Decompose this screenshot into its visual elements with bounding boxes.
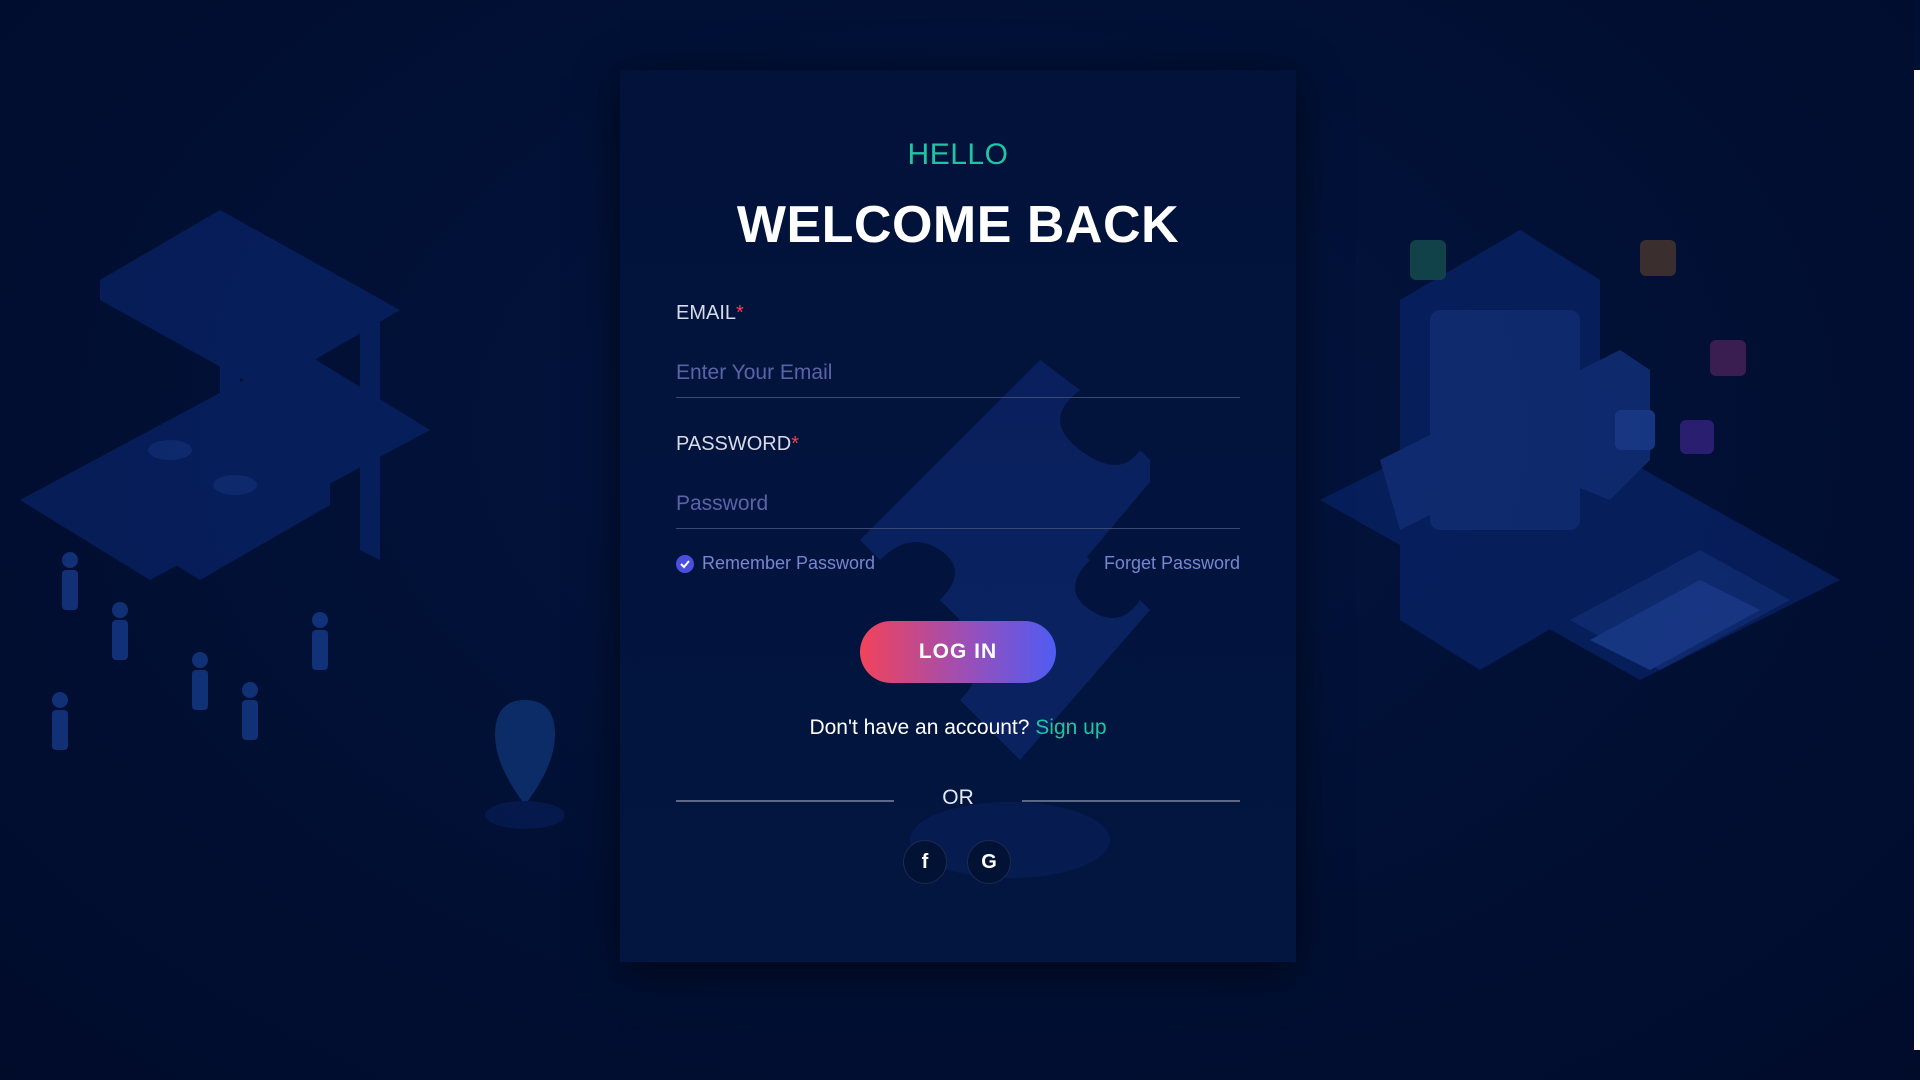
checkmark-icon[interactable] bbox=[676, 554, 694, 573]
email-field[interactable] bbox=[676, 348, 1240, 398]
signup-link[interactable]: Sign up bbox=[1035, 716, 1106, 739]
security-illustration bbox=[1320, 230, 1840, 680]
required-marker: * bbox=[791, 433, 799, 455]
or-text: OR bbox=[942, 786, 974, 809]
required-marker: * bbox=[736, 302, 744, 324]
facebook-icon: f bbox=[921, 850, 929, 873]
google-login-button[interactable]: G bbox=[967, 840, 1011, 884]
password-label-text: PASSWORD bbox=[676, 433, 792, 455]
party-illustration bbox=[20, 210, 565, 829]
login-card: HELLO WELCOME BACK EMAIL* PASSWORD* Reme… bbox=[620, 70, 1296, 962]
greeting-text: HELLO bbox=[907, 138, 1009, 171]
remember-password-label: Remember Password bbox=[702, 553, 876, 573]
google-icon: G bbox=[981, 850, 997, 873]
remember-password-checkbox[interactable]: Remember Password bbox=[676, 553, 875, 574]
signup-prompt: Don't have an account? Sign up bbox=[620, 716, 1296, 740]
page-title: WELCOME BACK bbox=[736, 196, 1180, 254]
divider-line-right bbox=[1022, 800, 1240, 802]
login-page: HELLO WELCOME BACK EMAIL* PASSWORD* Reme… bbox=[0, 0, 1920, 1080]
or-divider: OR bbox=[676, 786, 1240, 816]
email-label: EMAIL* bbox=[676, 302, 744, 325]
login-button[interactable]: LOG IN bbox=[860, 621, 1056, 683]
signup-prompt-text: Don't have an account? bbox=[809, 716, 1030, 739]
password-field[interactable] bbox=[676, 479, 1240, 529]
email-label-text: EMAIL bbox=[676, 302, 737, 324]
password-label: PASSWORD* bbox=[676, 433, 799, 456]
facebook-login-button[interactable]: f bbox=[903, 840, 947, 884]
scrollbar[interactable] bbox=[1914, 70, 1920, 1050]
forget-password-link[interactable]: Forget Password bbox=[1104, 553, 1240, 574]
